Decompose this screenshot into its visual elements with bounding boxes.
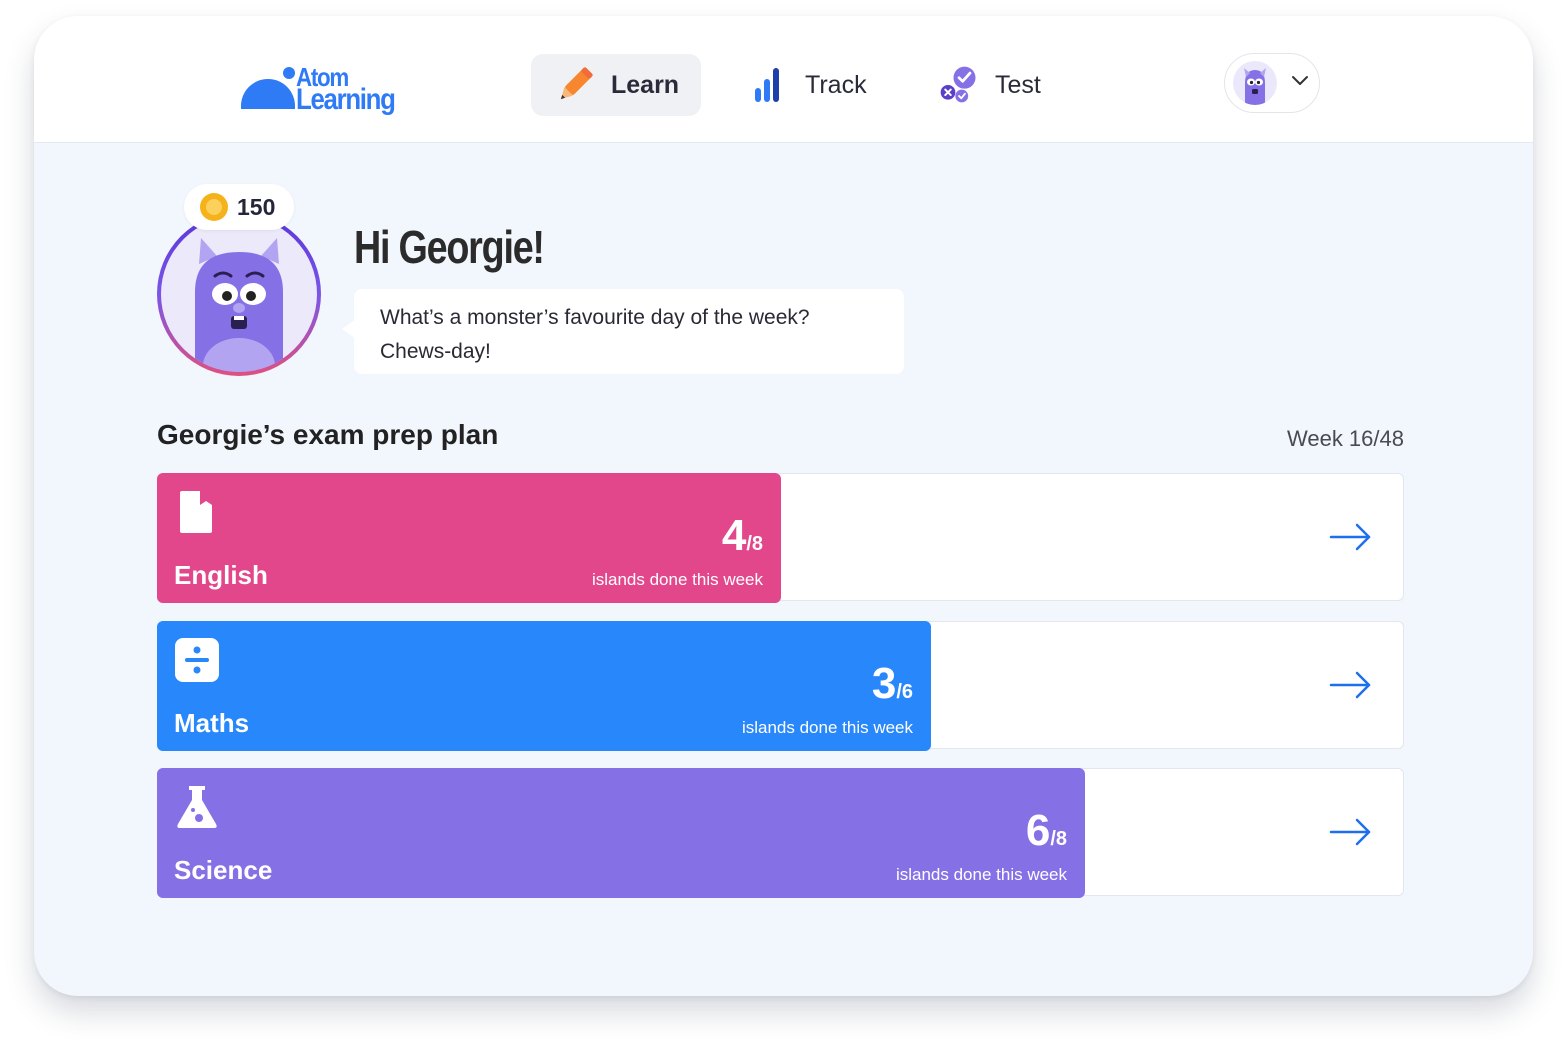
joke-question: What’s a monster’s favourite day of the … [380, 306, 810, 329]
monster-avatar-icon [1233, 61, 1277, 105]
logo-text-learning: Learning [296, 83, 396, 116]
plan-title: Georgie’s exam prep plan [157, 419, 499, 450]
english-done: 4 [721, 511, 747, 560]
atom-learning-logo[interactable]: Atom Learning [241, 62, 411, 119]
profile-menu-button[interactable] [1224, 53, 1320, 113]
top-navigation-bar: Atom Learning Learn Track Test [34, 16, 1533, 143]
test-check-icon [937, 63, 981, 107]
chevron-down-icon [1291, 74, 1309, 92]
science-total: /8 [1050, 828, 1067, 850]
coin-count: 150 [237, 193, 276, 220]
maths-total: /6 [896, 681, 913, 703]
nav-test-label: Test [995, 70, 1041, 99]
maths-progress-fill[interactable]: Maths 3/6 islands done this week [157, 621, 931, 751]
user-avatar[interactable] [157, 212, 321, 376]
subject-name-science: Science [174, 855, 273, 885]
science-caption: islands done this week [895, 865, 1067, 884]
subject-row-maths[interactable]: Maths 3/6 islands done this week [157, 621, 1404, 751]
nav-track[interactable]: Track [747, 54, 867, 116]
flask-icon [177, 786, 217, 828]
subject-row-english[interactable]: English 4/8 islands done this week [157, 473, 1404, 603]
maths-score: 3/6 [872, 659, 913, 709]
english-total: /8 [746, 533, 763, 555]
subject-name-english: English [174, 560, 268, 590]
monster-character-icon [161, 216, 317, 372]
english-progress-fill[interactable]: English 4/8 islands done this week [157, 473, 781, 603]
logo-dot-icon [283, 67, 295, 79]
science-progress-fill[interactable]: Science 6/8 islands done this week [157, 768, 1085, 898]
bar-chart-icon [747, 63, 791, 107]
subject-name-maths: Maths [174, 708, 250, 738]
joke-answer: Chews-day! [380, 340, 491, 363]
greeting-title: Hi Georgie! [354, 221, 545, 273]
nav-learn[interactable]: Learn [531, 54, 701, 116]
nav-learn-label: Learn [611, 70, 680, 99]
subject-row-science[interactable]: Science 6/8 islands done this week [157, 768, 1404, 898]
week-counter: Week 16/48 [1286, 426, 1404, 451]
pencil-icon [553, 63, 597, 107]
english-score: 4/8 [722, 511, 763, 561]
divide-icon [175, 638, 219, 682]
app-window: Atom Learning Learn Track Test 150 Hi Ge… [34, 16, 1533, 996]
english-caption: islands done this week [591, 570, 763, 589]
nav-track-label: Track [805, 70, 867, 99]
coin-balance: 150 [184, 184, 294, 230]
logo-dome-icon [241, 79, 295, 109]
coin-icon [200, 193, 228, 221]
nav-test[interactable]: Test [937, 54, 1041, 116]
book-icon [180, 491, 212, 533]
arrow-right-icon[interactable] [1329, 670, 1373, 700]
science-done: 6 [1025, 806, 1051, 855]
arrow-right-icon[interactable] [1329, 817, 1373, 847]
maths-caption: islands done this week [741, 718, 913, 737]
arrow-right-icon[interactable] [1329, 522, 1373, 552]
maths-done: 3 [871, 659, 897, 708]
science-score: 6/8 [1026, 806, 1067, 856]
joke-speech-bubble: What’s a monster’s favourite day of the … [342, 289, 904, 374]
